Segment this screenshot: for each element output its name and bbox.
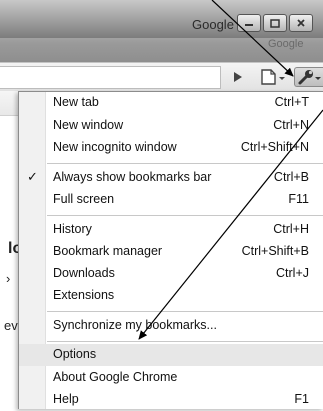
menu-item-downloads[interactable]: Downloads Ctrl+J bbox=[19, 263, 323, 285]
check-icon: ✓ bbox=[27, 169, 38, 184]
menu-item-label: New window bbox=[53, 118, 124, 132]
menu-item-label: Bookmark manager bbox=[53, 244, 163, 258]
menu-separator bbox=[47, 163, 323, 164]
menu-item-bookmark-manager[interactable]: Bookmark manager Ctrl+Shift+B bbox=[19, 241, 323, 263]
menu-item-label: History bbox=[53, 222, 92, 236]
play-icon bbox=[234, 72, 242, 82]
title-watermark: Google bbox=[268, 38, 304, 50]
window-title: Google bbox=[192, 17, 234, 32]
menu-item-label: About Google Chrome bbox=[53, 370, 178, 384]
menu-item-shortcut: Ctrl+J bbox=[276, 266, 309, 280]
menu-separator bbox=[47, 215, 323, 216]
menu-item-shortcut: Ctrl+B bbox=[273, 170, 309, 184]
maximize-icon bbox=[270, 18, 280, 28]
window-controls bbox=[237, 14, 313, 32]
window-frame: Google Google bbox=[0, 0, 323, 62]
menu-item-always-show-bookmarks-bar[interactable]: ✓ Always show bookmarks bar Ctrl+B bbox=[19, 167, 323, 189]
page-text-fragment: ev bbox=[4, 318, 18, 333]
menu-item-extensions[interactable]: Extensions bbox=[19, 285, 323, 307]
menu-item-synchronize-bookmarks[interactable]: Synchronize my bookmarks... bbox=[19, 315, 323, 337]
menu-item-label: New incognito window bbox=[53, 140, 177, 154]
menu-item-new-incognito-window[interactable]: New incognito window Ctrl+Shift+N bbox=[19, 137, 323, 159]
wrench-dropdown-menu: New tab Ctrl+T New window Ctrl+N New inc… bbox=[18, 91, 323, 409]
menu-item-new-tab[interactable]: New tab Ctrl+T bbox=[19, 92, 323, 114]
close-button[interactable] bbox=[289, 14, 313, 32]
wrench-icon bbox=[298, 70, 321, 85]
menu-item-options[interactable]: Options bbox=[19, 344, 323, 366]
menu-separator bbox=[47, 341, 323, 342]
wrench-menu-button[interactable] bbox=[294, 67, 323, 87]
play-button[interactable] bbox=[227, 67, 247, 87]
menu-item-shortcut: Ctrl+Shift+N bbox=[240, 140, 309, 154]
page-menu-icon bbox=[261, 69, 285, 85]
menu-item-about-google-chrome[interactable]: About Google Chrome bbox=[19, 367, 323, 389]
menu-item-label: Extensions bbox=[53, 288, 115, 302]
page-menu-button[interactable] bbox=[255, 67, 289, 87]
menu-item-label: Full screen bbox=[53, 192, 115, 206]
menu-item-label: New tab bbox=[53, 95, 99, 109]
menu-item-label: Downloads bbox=[53, 266, 115, 280]
browser-toolbar bbox=[0, 62, 323, 92]
minimize-icon bbox=[245, 24, 253, 26]
maximize-button[interactable] bbox=[263, 14, 287, 32]
menu-item-history[interactable]: History Ctrl+H bbox=[19, 219, 323, 241]
menu-item-label: Options bbox=[53, 347, 97, 361]
menu-item-label: Help bbox=[53, 392, 79, 406]
menu-item-shortcut: F11 bbox=[288, 192, 309, 206]
menu-item-shortcut: Ctrl+N bbox=[273, 118, 309, 132]
close-icon bbox=[297, 19, 305, 27]
menu-item-shortcut: Ctrl+Shift+B bbox=[241, 244, 309, 258]
page-text-fragment: › bbox=[6, 271, 11, 286]
menu-item-shortcut: Ctrl+T bbox=[274, 95, 309, 109]
menu-item-shortcut: Ctrl+H bbox=[273, 222, 309, 236]
menu-item-new-window[interactable]: New window Ctrl+N bbox=[19, 115, 323, 137]
address-bar[interactable] bbox=[0, 66, 221, 89]
menu-separator bbox=[47, 311, 323, 312]
menu-item-full-screen[interactable]: Full screen F11 bbox=[19, 189, 323, 211]
menu-item-label: Always show bookmarks bar bbox=[53, 170, 212, 184]
minimize-button[interactable] bbox=[237, 14, 261, 32]
menu-item-label: Synchronize my bookmarks... bbox=[53, 318, 217, 332]
menu-item-shortcut: F1 bbox=[294, 392, 309, 406]
